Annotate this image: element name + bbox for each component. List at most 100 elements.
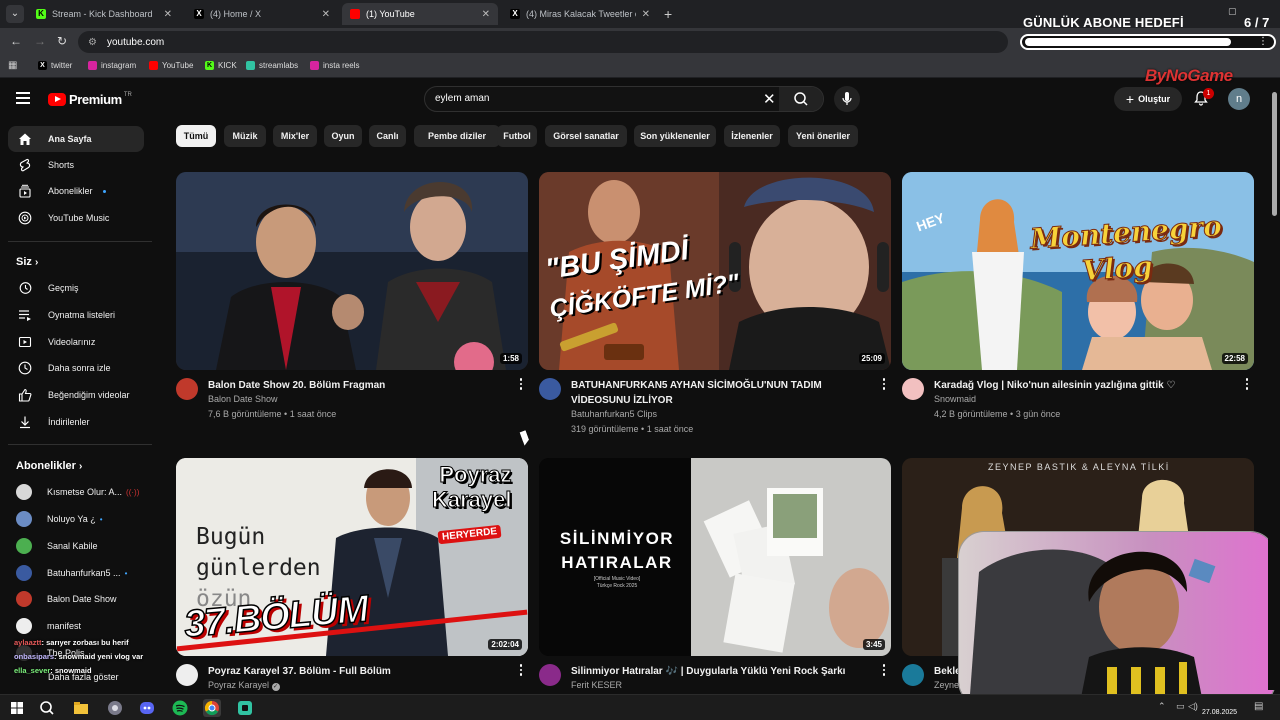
- bookmark-insta-reels[interactable]: insta reels: [310, 61, 359, 70]
- video-thumbnail[interactable]: Poyraz Karayel Bugün günlerden özün HERYERD…: [176, 458, 528, 656]
- chip-recently-uploaded[interactable]: Son yüklenenler: [634, 125, 716, 147]
- back-icon[interactable]: ←: [10, 34, 22, 48]
- chip-live[interactable]: Canlı: [369, 125, 406, 147]
- video-thumbnail[interactable]: SİLİNMİYOR HATIRALAR [Official Music Vide…: [539, 458, 891, 656]
- channel-avatar[interactable]: [902, 378, 924, 400]
- video-card[interactable]: Poyraz Karayel Bugün günlerden özün HERYERD…: [176, 458, 528, 691]
- bookmark-streamlabs[interactable]: streamlabs: [246, 61, 298, 70]
- video-card[interactable]: SİLİNMİYOR HATIRALAR [Official Music Vide…: [539, 458, 891, 690]
- video-channel[interactable]: Balon Date Show: [208, 394, 278, 404]
- chip-music[interactable]: Müzik: [224, 125, 266, 147]
- you-section-heading[interactable]: Siz ›: [16, 256, 38, 268]
- spotify-icon[interactable]: [171, 699, 189, 717]
- video-channel[interactable]: Poyraz Karayel ✓: [208, 680, 280, 691]
- address-bar[interactable]: ⚙ youtube.com: [78, 31, 1008, 53]
- forward-icon[interactable]: →: [34, 34, 46, 48]
- chip-visual-arts[interactable]: Görsel sanatlar: [545, 125, 627, 147]
- sidebar-item-home[interactable]: Ana Sayfa: [8, 126, 144, 152]
- notification-center-icon[interactable]: ▤: [1254, 701, 1263, 712]
- clear-search-icon[interactable]: ✕: [763, 90, 776, 108]
- taskbar-date[interactable]: 27.08.2025: [1202, 709, 1237, 716]
- voice-search-button[interactable]: [834, 86, 860, 112]
- reload-icon[interactable]: ↻: [57, 34, 67, 48]
- sidebar-item-youtube-music[interactable]: YouTube Music: [8, 205, 144, 231]
- tab-x-tweets[interactable]: X (4) Miras Kalacak Tweetler on X ✕: [502, 3, 658, 25]
- sidebar-item-your-videos[interactable]: Videolarınız: [8, 329, 144, 355]
- chip-all[interactable]: Tümü: [176, 125, 216, 147]
- subscription-item[interactable]: Balon Date Show: [16, 591, 146, 607]
- video-channel[interactable]: Ferit KESER: [571, 680, 622, 690]
- create-button[interactable]: + Oluştur: [1114, 87, 1182, 111]
- apps-grid-icon[interactable]: ▦: [8, 60, 17, 71]
- account-avatar[interactable]: n: [1228, 88, 1250, 110]
- close-tab-icon[interactable]: ✕: [164, 9, 172, 20]
- channel-avatar[interactable]: [539, 378, 561, 400]
- search-input[interactable]: eylem aman: [435, 93, 489, 104]
- subscriptions-section-heading[interactable]: Abonelikler ›: [16, 460, 82, 472]
- video-channel[interactable]: Snowmaid: [934, 394, 976, 404]
- video-title[interactable]: BATUHANFURKAN5 AYHAN SİCİMOĞLU'NUN TADIM…: [571, 378, 871, 408]
- subscription-item[interactable]: manifest: [16, 618, 146, 634]
- more-actions-icon[interactable]: [879, 664, 889, 678]
- search-icon[interactable]: [38, 699, 56, 717]
- channel-avatar[interactable]: [176, 378, 198, 400]
- tab-kick-dashboard[interactable]: K Stream - Kick Dashboard ✕: [28, 3, 180, 25]
- sidebar-item-history[interactable]: Geçmiş: [8, 275, 144, 301]
- tab-x-home[interactable]: X (4) Home / X ✕: [186, 3, 338, 25]
- site-info-icon[interactable]: ⚙: [88, 37, 97, 48]
- more-actions-icon[interactable]: [1242, 378, 1252, 392]
- video-card[interactable]: "BU ŞİMDİ ÇİĞKÖFTE Mİ?" 25:09 BATUHANFUR…: [539, 172, 891, 442]
- sidebar-item-watch-later[interactable]: Daha sonra izle: [8, 355, 144, 381]
- chip-football[interactable]: Futbol: [497, 125, 537, 147]
- sidebar-item-subscriptions[interactable]: Abonelikler: [8, 178, 144, 204]
- video-title[interactable]: Karadağ Vlog | Niko'nun ailesinin yazlığ…: [934, 378, 1234, 393]
- chip-mixes[interactable]: Mix'ler: [273, 125, 317, 147]
- close-tab-icon[interactable]: ✕: [642, 9, 650, 20]
- tab-search-icon[interactable]: ⌄: [6, 5, 24, 23]
- search-box[interactable]: eylem aman ✕: [424, 86, 824, 112]
- video-title[interactable]: Silinmiyor Hatıralar 🎶 | Duygularla Yükl…: [571, 664, 871, 679]
- more-actions-icon[interactable]: [516, 664, 526, 678]
- windows-start-icon[interactable]: [8, 699, 26, 717]
- sidebar-item-liked-videos[interactable]: Beğendiğim videolar: [8, 382, 144, 408]
- channel-avatar[interactable]: [176, 664, 198, 686]
- chrome-icon[interactable]: [203, 699, 221, 717]
- search-button[interactable]: [779, 87, 823, 111]
- streamlabs-icon[interactable]: [236, 699, 254, 717]
- volume-icon[interactable]: ◁): [1188, 701, 1198, 712]
- sidebar-item-playlists[interactable]: Oynatma listeleri: [8, 302, 144, 328]
- chip-soap-operas[interactable]: Pembe diziler: [414, 125, 500, 147]
- video-title[interactable]: Poyraz Karayel 37. Bölüm - Full Bölüm: [208, 664, 508, 679]
- menu-icon[interactable]: [16, 92, 30, 104]
- video-card[interactable]: 1:58 Balon Date Show 20. Bölüm Fragman B…: [176, 172, 528, 432]
- more-actions-icon[interactable]: [879, 378, 889, 392]
- youtube-premium-logo[interactable]: Premium TR: [48, 92, 132, 107]
- bookmark-instagram[interactable]: instagram: [88, 61, 136, 70]
- chip-new-to-you[interactable]: Yeni öneriler: [788, 125, 858, 147]
- window-maximize-icon[interactable]: ▢: [1228, 6, 1237, 17]
- chip-watched[interactable]: İzlenenler: [724, 125, 780, 147]
- video-thumbnail[interactable]: Montenegro Vlog HEY 22:58: [902, 172, 1254, 370]
- new-tab-icon[interactable]: +: [664, 6, 672, 22]
- close-tab-icon[interactable]: ✕: [482, 9, 490, 20]
- subscription-item[interactable]: Noluyo Ya ¿ •: [16, 511, 146, 527]
- bookmark-kick[interactable]: K KICK: [205, 61, 237, 70]
- sidebar-item-shorts[interactable]: Shorts: [8, 152, 144, 178]
- more-actions-icon[interactable]: [516, 378, 526, 392]
- scrollbar-thumb[interactable]: [1272, 92, 1277, 216]
- video-channel[interactable]: Batuhanfurkan5 Clips: [571, 409, 657, 419]
- bookmark-twitter[interactable]: Xtwitter: [38, 61, 72, 70]
- channel-avatar[interactable]: [902, 664, 924, 686]
- file-explorer-icon[interactable]: [72, 699, 90, 717]
- video-thumbnail[interactable]: "BU ŞİMDİ ÇİĞKÖFTE Mİ?" 25:09: [539, 172, 891, 370]
- sidebar-item-downloads[interactable]: İndirilenler: [8, 409, 144, 435]
- video-title[interactable]: Balon Date Show 20. Bölüm Fragman: [208, 378, 508, 393]
- subscription-item[interactable]: Sanal Kabile: [16, 538, 146, 554]
- subscription-item[interactable]: Kısmetse Olur: A... ((·)): [16, 484, 146, 500]
- subscription-item[interactable]: Batuhanfurkan5 ... •: [16, 565, 146, 581]
- app-icon[interactable]: [106, 699, 124, 717]
- close-tab-icon[interactable]: ✕: [322, 9, 330, 20]
- discord-icon[interactable]: [138, 699, 156, 717]
- system-tray-chevron-icon[interactable]: ⌃: [1158, 701, 1166, 712]
- video-thumbnail[interactable]: 1:58: [176, 172, 528, 370]
